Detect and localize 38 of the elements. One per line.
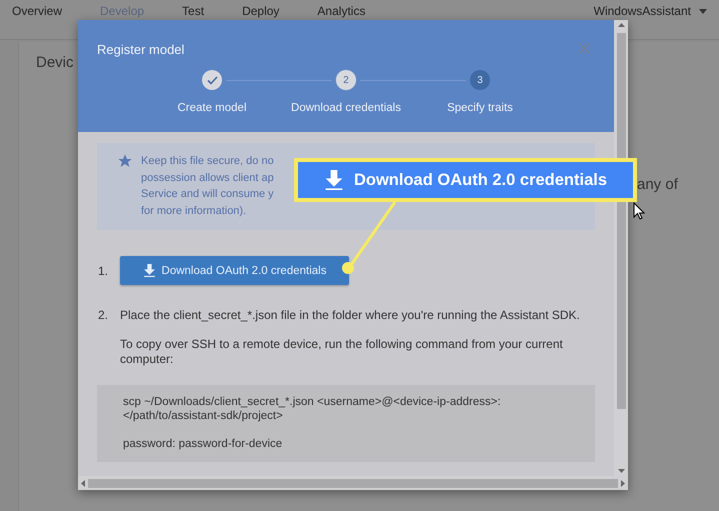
- cursor-icon: [633, 202, 645, 220]
- notice-text: Keep this file secure, do no: [141, 154, 274, 169]
- step-number: 3: [477, 74, 483, 86]
- scroll-right-icon[interactable]: [621, 480, 625, 486]
- code-line: scp ~/Downloads/client_secret_*.json <username>@<device-ip-address>:: [123, 395, 502, 409]
- notice-text: possession allows client ap: [141, 170, 274, 186]
- nav-tab[interactable]: Overview: [12, 4, 62, 19]
- horizontal-scrollbar[interactable]: [78, 476, 628, 490]
- download-button[interactable]: Download OAuth 2.0 credentials: [120, 256, 349, 285]
- check-icon: [206, 76, 218, 84]
- step-label: Create model: [177, 102, 247, 114]
- callout-text: Download OAuth 2.0 credentials: [354, 170, 608, 190]
- nav-tab[interactable]: Test: [182, 4, 204, 19]
- scroll-left-icon[interactable]: [81, 480, 85, 486]
- scroll-down-icon[interactable]: [618, 469, 624, 473]
- list-number: 2.: [98, 308, 110, 322]
- nav-tab[interactable]: Analytics: [317, 4, 366, 19]
- vertical-scrollbar[interactable]: [614, 20, 628, 476]
- dialog-title: Register model: [97, 42, 184, 57]
- nav-tab[interactable]: Deploy: [242, 4, 280, 19]
- list-number: 1.: [98, 264, 110, 278]
- download-icon: [142, 264, 156, 277]
- notice-text: Service and will consume y: [141, 187, 274, 202]
- step-label: Specify traits: [447, 102, 513, 114]
- instruction-text: Place the client_secret_*.json file in the folder where you're running the Assistant SDK.: [120, 308, 581, 323]
- download-icon: [324, 170, 344, 190]
- step-number: 2: [343, 74, 349, 86]
- notice-text: for more information).: [141, 204, 248, 218]
- step-label: Download credentials: [291, 102, 401, 114]
- star-icon: [117, 153, 133, 169]
- background-text: any of: [637, 176, 678, 193]
- project-name[interactable]: WindowsAssistant: [594, 4, 691, 18]
- scroll-up-icon[interactable]: [618, 23, 624, 27]
- caret-icon[interactable]: [699, 8, 707, 14]
- code-line: password: password-for-device: [123, 437, 284, 451]
- code-line: </path/to/assistant-sdk/project>: [123, 409, 284, 423]
- instruction-text: To copy over SSH to a remote device, run the following command from your current computer:: [120, 337, 564, 367]
- page-heading: Devic: [36, 54, 74, 71]
